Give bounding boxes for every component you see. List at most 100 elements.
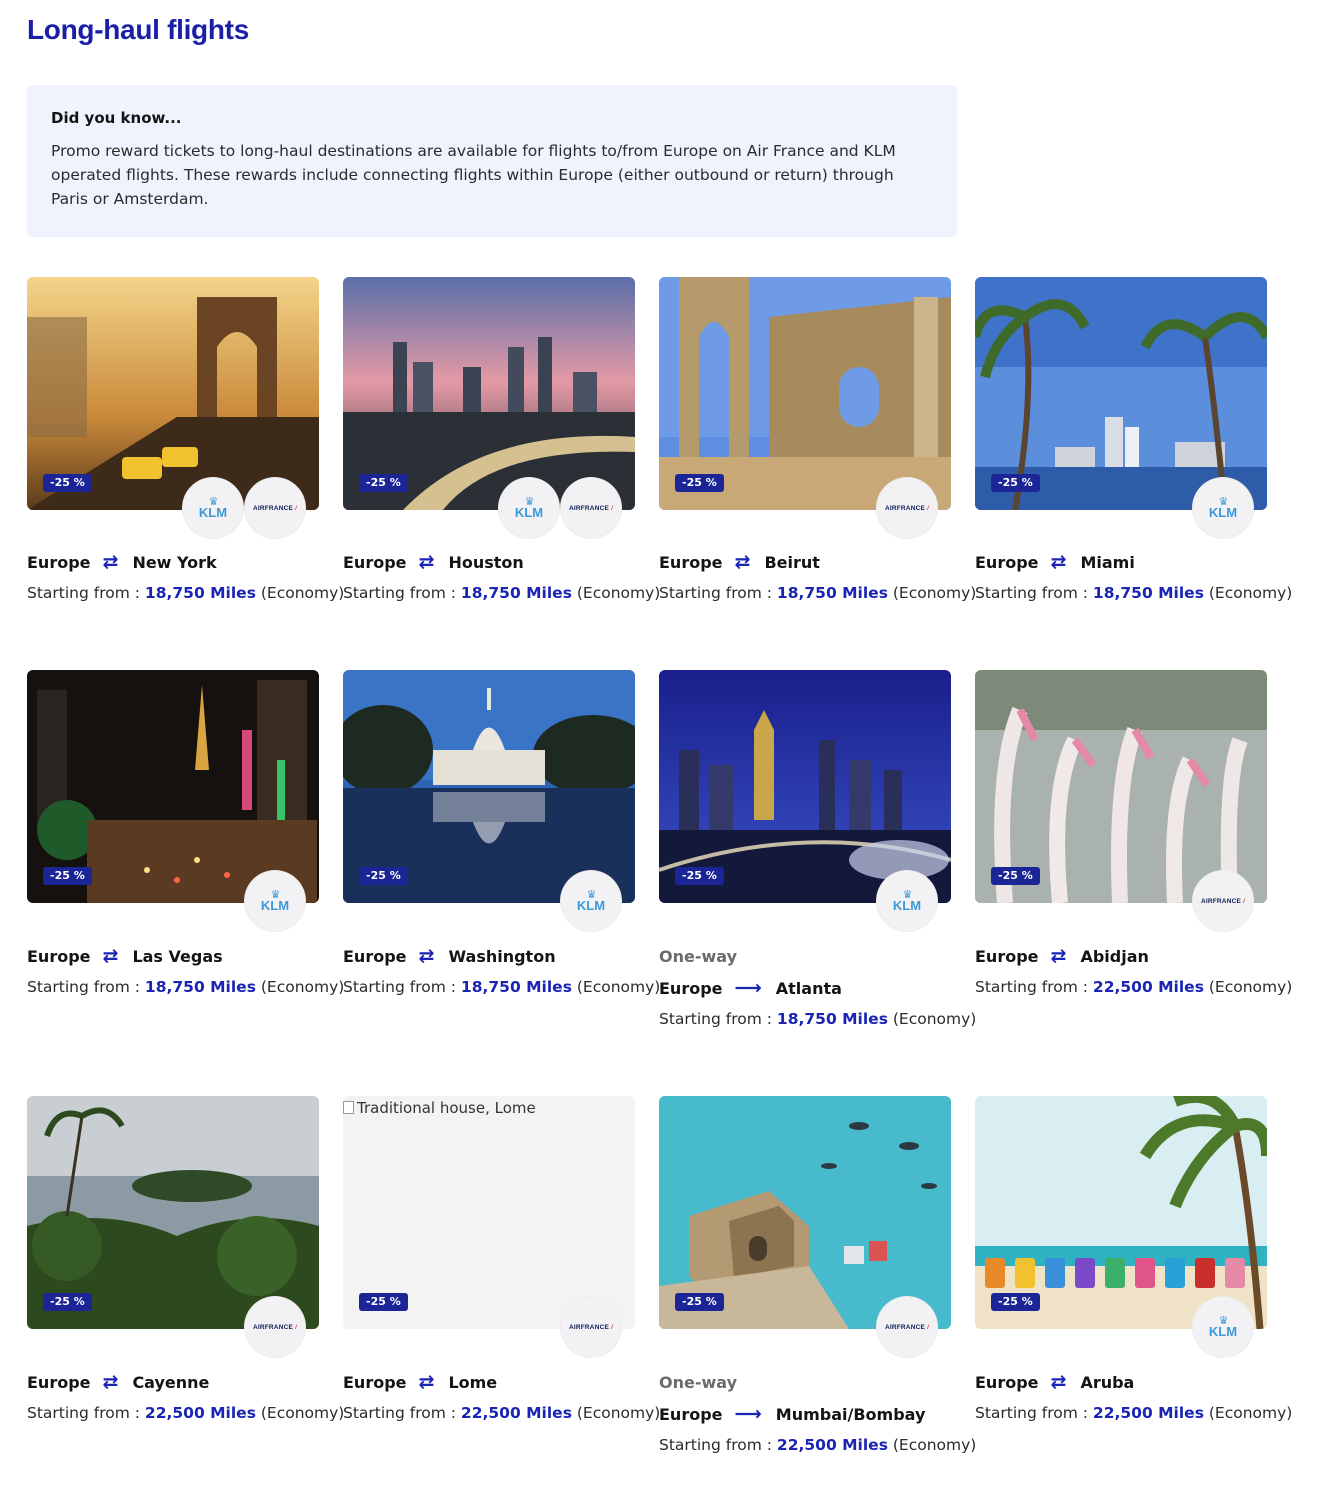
route[interactable]: Europe ⇄ Miami bbox=[975, 551, 1135, 573]
origin: Europe bbox=[659, 1404, 723, 1424]
round-trip-arrows-icon: ⇄ bbox=[418, 945, 435, 967]
round-trip-arrows-icon: ⇄ bbox=[102, 945, 119, 967]
price: Starting from : 18,750 Miles (Economy) bbox=[659, 584, 977, 602]
klm-logo-icon: ♛ KLM bbox=[561, 871, 621, 931]
round-trip-arrows-icon: ⇄ bbox=[1050, 945, 1067, 967]
origin: Europe bbox=[343, 946, 407, 966]
airfrance-logo-icon: AIRFRANCE bbox=[877, 478, 937, 538]
one-way-arrow-icon: ⟶ bbox=[734, 1403, 762, 1425]
route[interactable]: Europe ⟶ Atlanta bbox=[659, 977, 842, 999]
price: Starting from : 22,500 Miles (Economy) bbox=[659, 1436, 977, 1454]
price: Starting from : 18,750 Miles (Economy) bbox=[975, 584, 1293, 602]
miles-amount: 18,750 Miles bbox=[460, 584, 572, 602]
one-way-label: One-way bbox=[659, 947, 737, 966]
destination-image[interactable]: Traditional house, Lome -25 % bbox=[343, 1096, 635, 1329]
destination-image[interactable]: -25 % bbox=[27, 1096, 319, 1329]
price: Starting from : 18,750 Miles (Economy) bbox=[659, 1010, 977, 1028]
miles-amount: 18,750 Miles bbox=[460, 978, 572, 996]
discount-badge: -25 % bbox=[43, 867, 92, 885]
destination-image[interactable]: -25 % bbox=[343, 670, 635, 903]
route[interactable]: Europe ⇄ Las Vegas bbox=[27, 945, 223, 967]
klm-logo-icon: ♛ KLM bbox=[877, 871, 937, 931]
route[interactable]: Europe ⟶ Mumbai/Bombay bbox=[659, 1403, 925, 1425]
destination-image[interactable]: -25 % bbox=[27, 670, 319, 903]
origin: Europe bbox=[659, 552, 723, 572]
destination: Mumbai/Bombay bbox=[775, 1404, 926, 1424]
round-trip-arrows-icon: ⇄ bbox=[734, 551, 751, 573]
origin: Europe bbox=[343, 1372, 407, 1392]
route[interactable]: Europe ⇄ New York bbox=[27, 551, 217, 573]
destination-image[interactable]: -25 % bbox=[659, 277, 951, 510]
route[interactable]: Europe ⇄ Washington bbox=[343, 945, 556, 967]
destination: Washington bbox=[448, 946, 556, 966]
origin: Europe bbox=[27, 946, 91, 966]
info-body: Promo reward tickets to long-haul destin… bbox=[51, 142, 896, 208]
price: Starting from : 18,750 Miles (Economy) bbox=[343, 584, 661, 602]
miles-amount: 18,750 Miles bbox=[776, 1010, 888, 1028]
destination: Abidjan bbox=[1080, 946, 1149, 966]
route[interactable]: Europe ⇄ Houston bbox=[343, 551, 524, 573]
discount-badge: -25 % bbox=[359, 1293, 408, 1311]
airfrance-logo-icon: AIRFRANCE bbox=[877, 1297, 937, 1357]
klm-logo-icon: ♛ KLM bbox=[183, 478, 243, 538]
info-heading: Did you know... bbox=[51, 109, 182, 127]
round-trip-arrows-icon: ⇄ bbox=[1050, 551, 1067, 573]
discount-badge: -25 % bbox=[359, 867, 408, 885]
round-trip-arrows-icon: ⇄ bbox=[418, 551, 435, 573]
destination-image[interactable]: -25 % bbox=[343, 277, 635, 510]
destination: Beirut bbox=[764, 552, 820, 572]
origin: Europe bbox=[27, 552, 91, 572]
one-way-label: One-way bbox=[659, 1373, 737, 1392]
miles-amount: 22,500 Miles bbox=[460, 1404, 572, 1422]
round-trip-arrows-icon: ⇄ bbox=[102, 1371, 119, 1393]
discount-badge: -25 % bbox=[43, 474, 92, 492]
round-trip-arrows-icon: ⇄ bbox=[102, 551, 119, 573]
destination-image[interactable]: -25 % bbox=[975, 1096, 1267, 1329]
miles-amount: 22,500 Miles bbox=[776, 1436, 888, 1454]
round-trip-arrows-icon: ⇄ bbox=[418, 1371, 435, 1393]
airfrance-logo-icon: AIRFRANCE bbox=[245, 1297, 305, 1357]
miles-amount: 22,500 Miles bbox=[144, 1404, 256, 1422]
origin: Europe bbox=[659, 978, 723, 998]
discount-badge: -25 % bbox=[991, 1293, 1040, 1311]
klm-logo-icon: ♛ KLM bbox=[1193, 1297, 1253, 1357]
round-trip-arrows-icon: ⇄ bbox=[1050, 1371, 1067, 1393]
price: Starting from : 22,500 Miles (Economy) bbox=[975, 1404, 1293, 1422]
airfrance-logo-icon: AIRFRANCE bbox=[245, 478, 305, 538]
route[interactable]: Europe ⇄ Beirut bbox=[659, 551, 820, 573]
klm-logo-icon: ♛ KLM bbox=[245, 871, 305, 931]
klm-logo-icon: ♛ KLM bbox=[1193, 478, 1253, 538]
discount-badge: -25 % bbox=[991, 474, 1040, 492]
destination-image[interactable]: -25 % bbox=[27, 277, 319, 510]
origin: Europe bbox=[975, 552, 1039, 572]
route[interactable]: Europe ⇄ Lome bbox=[343, 1371, 497, 1393]
discount-badge: -25 % bbox=[675, 1293, 724, 1311]
page-title: Long-haul flights bbox=[27, 14, 249, 45]
destination: Houston bbox=[448, 552, 524, 572]
discount-badge: -25 % bbox=[675, 867, 724, 885]
broken-image-alt-text: Traditional house, Lome bbox=[343, 1099, 536, 1117]
destination-image[interactable]: -25 % bbox=[975, 670, 1267, 903]
price: Starting from : 22,500 Miles (Economy) bbox=[975, 978, 1293, 996]
price: Starting from : 22,500 Miles (Economy) bbox=[27, 1404, 345, 1422]
miles-amount: 22,500 Miles bbox=[1092, 1404, 1204, 1422]
price: Starting from : 22,500 Miles (Economy) bbox=[343, 1404, 661, 1422]
destination: New York bbox=[132, 552, 217, 572]
destination-image[interactable]: -25 % bbox=[659, 1096, 951, 1329]
miles-amount: 22,500 Miles bbox=[1092, 978, 1204, 996]
klm-logo-icon: ♛ KLM bbox=[499, 478, 559, 538]
destination-image[interactable]: -25 % bbox=[975, 277, 1267, 510]
miles-amount: 18,750 Miles bbox=[144, 584, 256, 602]
airfrance-logo-icon: AIRFRANCE bbox=[1193, 871, 1253, 931]
destination-image[interactable]: -25 % bbox=[659, 670, 951, 903]
origin: Europe bbox=[343, 552, 407, 572]
airfrance-logo-icon: AIRFRANCE bbox=[561, 478, 621, 538]
airfrance-logo-icon: AIRFRANCE bbox=[561, 1297, 621, 1357]
route[interactable]: Europe ⇄ Cayenne bbox=[27, 1371, 209, 1393]
route[interactable]: Europe ⇄ Aruba bbox=[975, 1371, 1134, 1393]
destination: Cayenne bbox=[132, 1372, 210, 1392]
route[interactable]: Europe ⇄ Abidjan bbox=[975, 945, 1149, 967]
destination: Las Vegas bbox=[132, 946, 223, 966]
price: Starting from : 18,750 Miles (Economy) bbox=[343, 978, 661, 996]
miles-amount: 18,750 Miles bbox=[1092, 584, 1204, 602]
